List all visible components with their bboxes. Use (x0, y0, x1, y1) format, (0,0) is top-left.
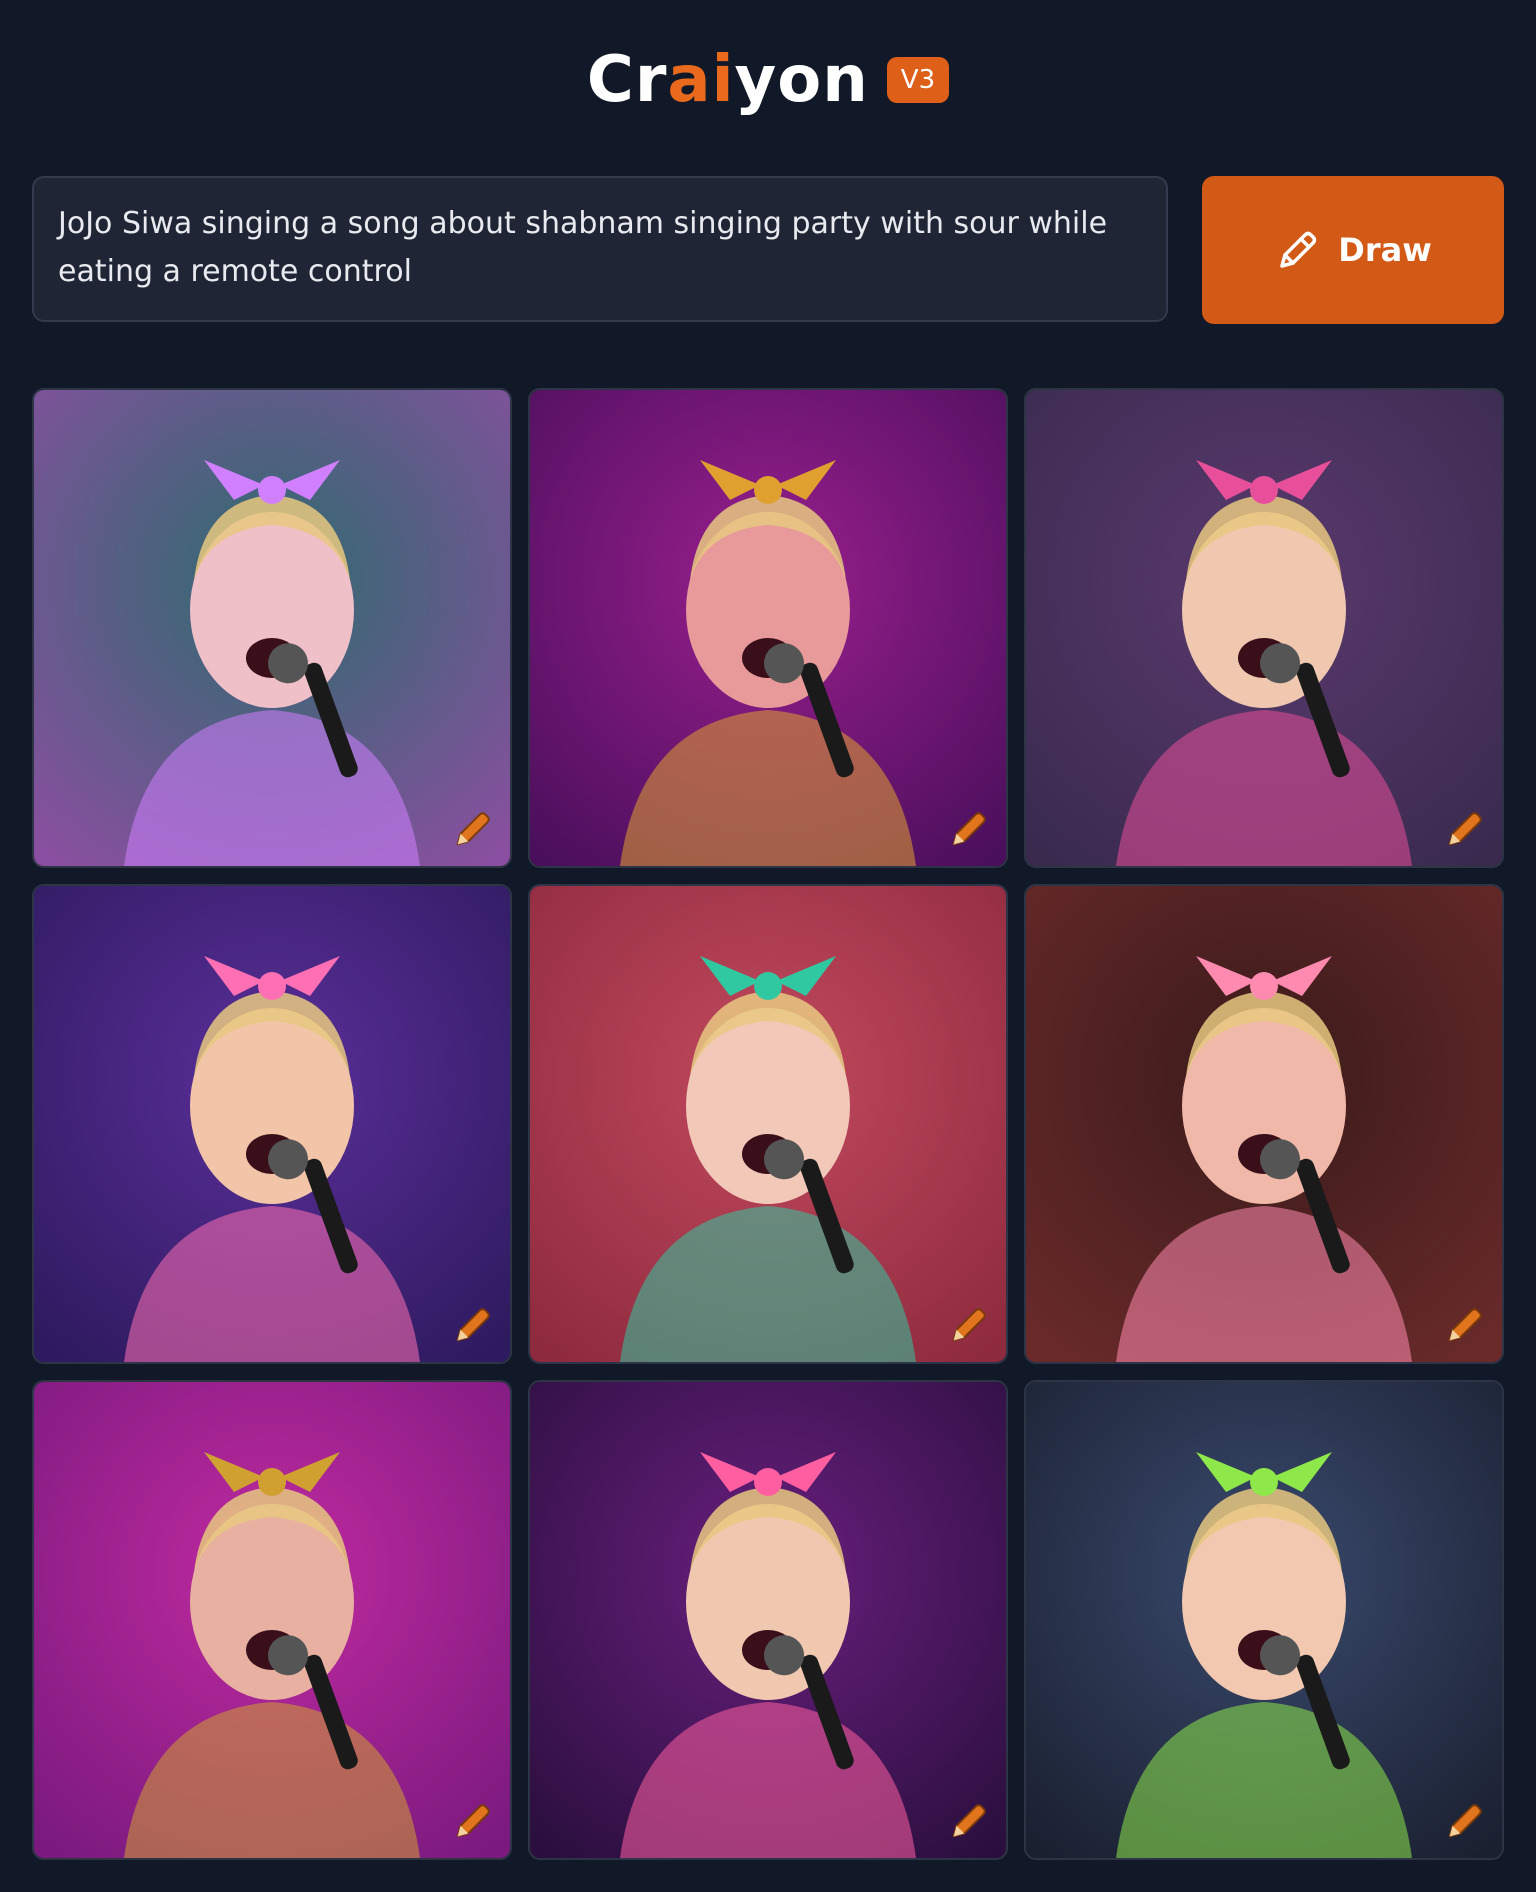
generated-image (1026, 1382, 1502, 1858)
generated-image-tile[interactable] (528, 1380, 1008, 1860)
generated-image-tile[interactable] (1024, 884, 1504, 1364)
version-badge: V3 (886, 57, 950, 103)
generated-image (1026, 886, 1502, 1362)
edit-pencil-icon[interactable] (450, 1798, 496, 1844)
draw-button-label: Draw (1338, 231, 1432, 269)
generated-image (1026, 390, 1502, 866)
generated-image (34, 886, 510, 1362)
generated-image (530, 886, 1006, 1362)
edit-pencil-icon[interactable] (450, 806, 496, 852)
edit-pencil-icon[interactable] (1442, 1798, 1488, 1844)
generated-image-tile[interactable] (32, 884, 512, 1364)
generated-image (530, 1382, 1006, 1858)
generated-image (34, 390, 510, 866)
generated-image-tile[interactable] (32, 388, 512, 868)
edit-pencil-icon[interactable] (946, 806, 992, 852)
edit-pencil-icon[interactable] (946, 1798, 992, 1844)
edit-pencil-icon[interactable] (946, 1302, 992, 1348)
pencil-icon (1280, 231, 1317, 268)
generated-image-tile[interactable] (1024, 1380, 1504, 1860)
generated-image-tile[interactable] (528, 884, 1008, 1364)
generated-image-tile[interactable] (528, 388, 1008, 868)
prompt-input[interactable]: JoJo Siwa singing a song about shabnam s… (32, 176, 1168, 322)
generated-image (34, 1382, 510, 1858)
generated-image-tile[interactable] (1024, 388, 1504, 868)
edit-pencil-icon[interactable] (450, 1302, 496, 1348)
generated-image (530, 390, 1006, 866)
draw-button[interactable]: Draw (1202, 176, 1504, 324)
image-grid (32, 388, 1504, 1860)
craiyon-logo[interactable]: Craiyon (587, 43, 869, 117)
header: Craiyon V3 (0, 40, 1536, 120)
generated-image-tile[interactable] (32, 1380, 512, 1860)
edit-pencil-icon[interactable] (1442, 806, 1488, 852)
edit-pencil-icon[interactable] (1442, 1302, 1488, 1348)
